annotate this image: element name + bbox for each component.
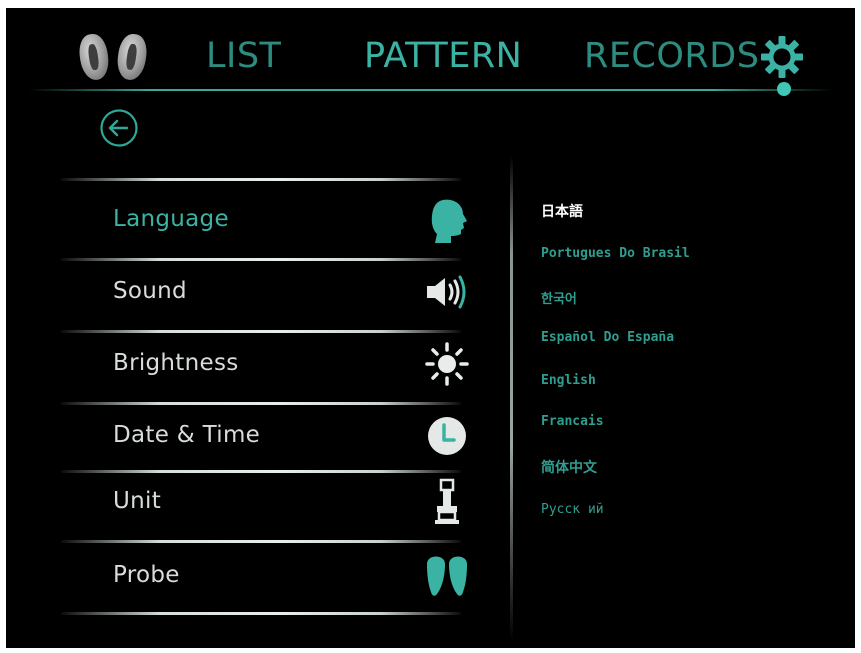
menu-item-probe[interactable]: Probe — [61, 546, 471, 606]
language-option-english[interactable]: English — [541, 373, 596, 388]
menu-divider — [61, 258, 461, 261]
menu-item-label: Probe — [113, 562, 180, 588]
active-tab-indicator — [777, 82, 791, 96]
probe-pair-icon — [427, 556, 467, 596]
speaker-icon — [427, 275, 466, 309]
clock-icon — [428, 417, 466, 455]
menu-item-label: Sound — [113, 278, 187, 304]
gear-icon[interactable] — [759, 34, 805, 80]
language-option-french[interactable]: Francais — [541, 414, 604, 429]
menu-item-brightness[interactable]: Brightness — [61, 334, 471, 394]
menu-divider — [61, 612, 461, 615]
language-option-portuguese[interactable]: Portugues Do Brasil — [541, 246, 690, 261]
probe-right-icon — [114, 32, 150, 82]
menu-divider — [61, 402, 461, 405]
menu-item-label: Unit — [113, 488, 162, 514]
language-option-korean[interactable]: 한국어 — [541, 288, 577, 307]
header-underline — [28, 89, 833, 91]
menu-item-date-time[interactable]: Date & Time — [61, 406, 471, 466]
language-option-russian[interactable]: Pусск ий — [541, 502, 604, 517]
sun-icon — [425, 342, 469, 386]
tab-records[interactable]: RECORDS — [584, 36, 759, 76]
probe-left-icon — [76, 32, 112, 82]
language-option-spanish[interactable]: Español Do España — [541, 330, 674, 345]
menu-divider — [61, 540, 461, 543]
menu-item-sound[interactable]: Sound — [61, 262, 471, 322]
device-screen: LIST PATTERN RECORDS Language Sound Brig… — [6, 8, 855, 648]
menu-item-language[interactable]: Language — [61, 190, 471, 250]
language-option-chinese[interactable]: 简体中文 — [541, 457, 597, 477]
menu-item-label: Brightness — [113, 350, 239, 376]
menu-item-label: Date & Time — [113, 422, 261, 448]
tab-list[interactable]: LIST — [206, 36, 281, 76]
menu-divider — [61, 178, 461, 181]
back-button[interactable] — [99, 108, 139, 148]
unit-gauge-icon — [435, 478, 459, 524]
menu-divider — [61, 330, 461, 333]
probe-pair-icon[interactable] — [76, 32, 158, 84]
menu-item-label: Language — [113, 206, 229, 232]
speaking-head-icon — [431, 199, 467, 243]
vertical-divider — [510, 156, 513, 641]
tab-pattern[interactable]: PATTERN — [364, 36, 522, 76]
menu-item-unit[interactable]: Unit — [61, 472, 471, 532]
language-option-japanese[interactable]: 日本語 — [541, 201, 583, 221]
